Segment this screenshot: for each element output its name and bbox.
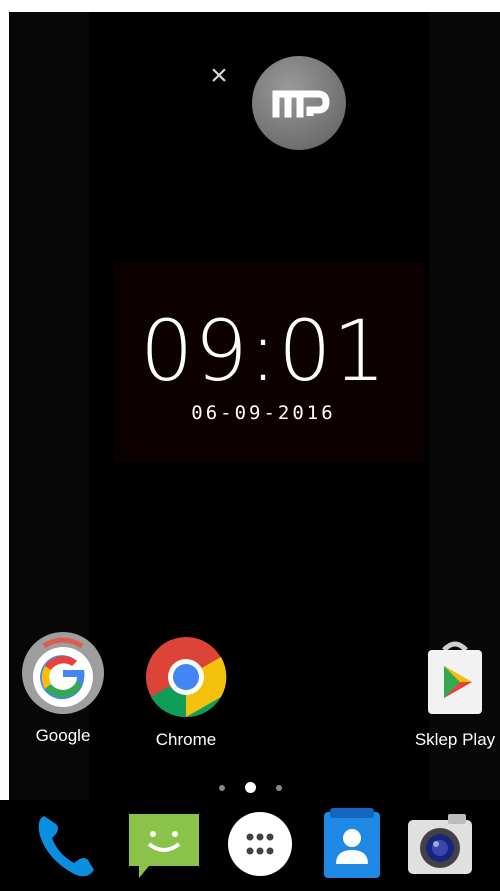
clock-date: 06-09-2016: [191, 402, 336, 424]
app-label: Sklep Play: [414, 730, 496, 749]
play-store-icon: [414, 636, 496, 718]
wallpaper-band: [9, 12, 89, 891]
chrome-icon: [145, 636, 227, 718]
app-drawer-icon[interactable]: [224, 808, 296, 880]
contacts-icon[interactable]: [316, 808, 388, 880]
page-dot[interactable]: [218, 784, 225, 791]
bubble-close-icon[interactable]: ×: [205, 61, 233, 91]
app-label: Chrome: [155, 730, 217, 749]
app-label: Google: [35, 726, 91, 745]
page-dot-active[interactable]: [244, 782, 256, 793]
clock-time[interactable]: 09:01: [0, 302, 500, 400]
mp-logo-icon[interactable]: [252, 56, 346, 150]
wallpaper-band: [429, 12, 500, 891]
messaging-icon[interactable]: [129, 808, 201, 880]
camera-icon[interactable]: [404, 808, 476, 880]
app-google[interactable]: Google: [8, 632, 118, 746]
phone-icon[interactable]: [34, 808, 106, 880]
dock: [0, 800, 500, 891]
page-dot[interactable]: [275, 784, 282, 791]
device-frame: [0, 0, 500, 891]
app-chrome[interactable]: Chrome: [131, 636, 241, 750]
page-indicator: [0, 782, 500, 793]
app-play-store[interactable]: Sklep Play: [400, 636, 500, 750]
google-icon: [22, 632, 104, 714]
